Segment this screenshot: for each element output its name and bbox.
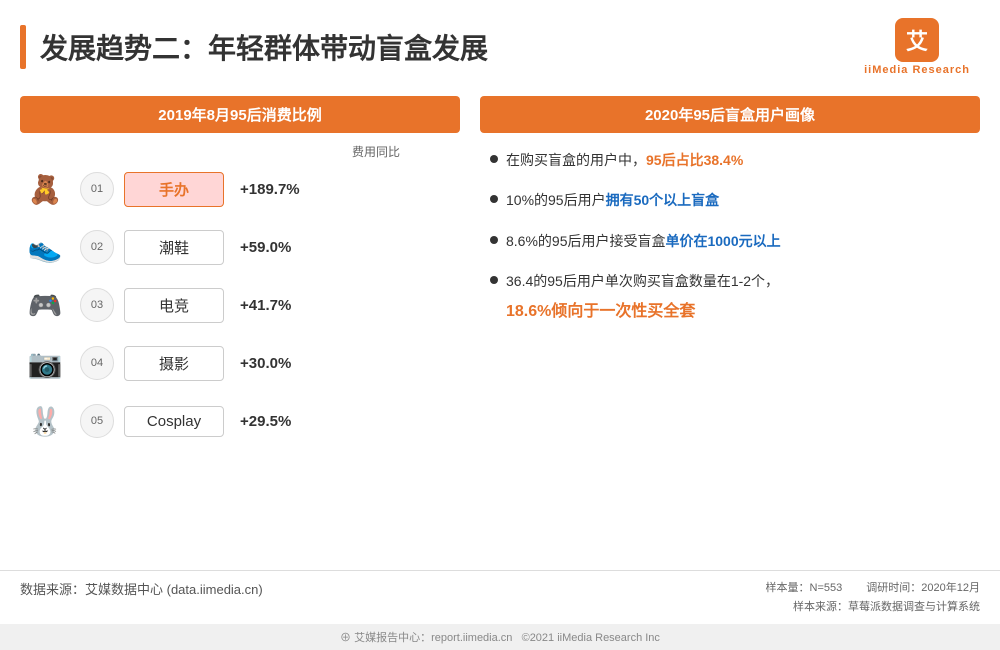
sample-source: 样本来源：草莓派数据调查与计算系统 [793,601,980,613]
bullet-item-2: 10%的95后用户拥有50个以上盲盒 [490,189,970,211]
highlight-4: 18.6%倾向于一次性买全套 [506,299,779,325]
left-panel-title: 2019年8月95后消费比例 [20,96,460,133]
bullet-dot-1 [490,155,498,163]
ranking-item-3: 🎮 03 电竞 +41.7% [20,280,460,330]
bullet-dot-2 [490,195,498,203]
bullet-item-1: 在购买盲盒的用户中，95后占比38.4% [490,149,970,171]
rank-value-4: +30.0% [240,355,310,372]
footer-stats: 样本量：N=553 调研时间：2020年12月 样本来源：草莓派数据调查与计算系… [766,579,980,614]
bullet-item-4: 36.4的95后用户单次购买盲盒数量在1-2个，18.6%倾向于一次性买全套 [490,270,970,324]
ranking-item-4: 📷 04 摄影 +30.0% [20,338,460,388]
rank-icon-4: 📷 [20,338,70,388]
rank-bar-1: 手办 [124,172,224,207]
rank-bar-5: Cosplay [124,406,224,437]
rank-value-2: +59.0% [240,239,310,256]
survey-time: 调研时间：2020年12月 [866,579,980,595]
rank-number-5: 05 [80,404,114,438]
highlight-2: 拥有50个以上盲盒 [606,192,720,208]
main-content: 2019年8月95后消费比例 费用同比 🧸 01 手办 +189.7% 👟 02… [0,86,1000,446]
page-header: 发展趋势二：年轻群体带动盲盒发展 艾 iiMedia Research [0,0,1000,86]
ranking-item-2: 👟 02 潮鞋 +59.0% [20,222,460,272]
rank-number-1: 01 [80,172,114,206]
right-panel: 2020年95后盲盒用户画像 在购买盲盒的用户中，95后占比38.4% 10%的… [480,96,980,446]
rank-icon-1: 🧸 [20,164,70,214]
sample-size: 样本量：N=553 [766,579,843,595]
bullet-text-1: 在购买盲盒的用户中，95后占比38.4% [506,149,743,171]
ranking-item-1: 🧸 01 手办 +189.7% [20,164,460,214]
rank-icon-2: 👟 [20,222,70,272]
logo-icon: 艾 [895,18,939,62]
highlight-1: 95后占比38.4% [646,152,743,168]
rank-bar-wrap-2: 潮鞋 +59.0% [124,230,460,265]
logo-area: 艾 iiMedia Research [864,18,970,76]
footer-stats-row1: 样本量：N=553 调研时间：2020年12月 [766,579,980,595]
left-panel: 2019年8月95后消费比例 费用同比 🧸 01 手办 +189.7% 👟 02… [20,96,460,446]
footer-stats-row2: 样本来源：草莓派数据调查与计算系统 [793,598,980,614]
ranking-list: 🧸 01 手办 +189.7% 👟 02 潮鞋 +59.0% 🎮 03 [20,164,460,446]
bullet-dot-3 [490,236,498,244]
accent-bar [20,25,26,69]
bottom-bar-text: ⊕ 艾媒报告中心：report.iimedia.cn ©2021 iiMedia… [340,629,660,645]
rank-number-2: 02 [80,230,114,264]
rank-value-3: +41.7% [240,297,310,314]
rank-bar-3: 电竞 [124,288,224,323]
rank-bar-wrap-5: Cosplay +29.5% [124,406,460,437]
footer: 数据来源：艾媒数据中心 (data.iimedia.cn) 样本量：N=553 … [0,570,1000,622]
ranking-item-5: 🐰 05 Cosplay +29.5% [20,396,460,446]
rank-number-3: 03 [80,288,114,322]
rank-bar-4: 摄影 [124,346,224,381]
footer-source-text: 数据来源：艾媒数据中心 (data.iimedia.cn) [20,582,263,597]
bullet-text-2: 10%的95后用户拥有50个以上盲盒 [506,189,719,211]
bullet-list: 在购买盲盒的用户中，95后占比38.4% 10%的95后用户拥有50个以上盲盒 … [480,149,980,324]
right-panel-title: 2020年95后盲盒用户画像 [480,96,980,133]
rank-value-5: +29.5% [240,413,310,430]
highlight-3: 单价在1000元以上 [665,233,780,249]
bullet-text-4: 36.4的95后用户单次购买盲盒数量在1-2个，18.6%倾向于一次性买全套 [506,270,779,324]
logo-text: iiMedia Research [864,64,970,76]
footer-source: 数据来源：艾媒数据中心 (data.iimedia.cn) [20,579,263,598]
rank-number-4: 04 [80,346,114,380]
rank-value-1: +189.7% [240,181,310,198]
bottom-bar: ⊕ 艾媒报告中心：report.iimedia.cn ©2021 iiMedia… [0,624,1000,650]
rank-bar-wrap-3: 电竞 +41.7% [124,288,460,323]
rank-bar-2: 潮鞋 [124,230,224,265]
rank-icon-3: 🎮 [20,280,70,330]
rank-icon-5: 🐰 [20,396,70,446]
rank-bar-wrap-1: 手办 +189.7% [124,172,460,207]
bullet-text-3: 8.6%的95后用户接受盲盒单价在1000元以上 [506,230,781,252]
cost-label: 费用同比 [20,143,460,160]
rank-bar-wrap-4: 摄影 +30.0% [124,346,460,381]
page-title: 发展趋势二：年轻群体带动盲盒发展 [40,27,864,67]
bullet-dot-4 [490,276,498,284]
bullet-item-3: 8.6%的95后用户接受盲盒单价在1000元以上 [490,230,970,252]
